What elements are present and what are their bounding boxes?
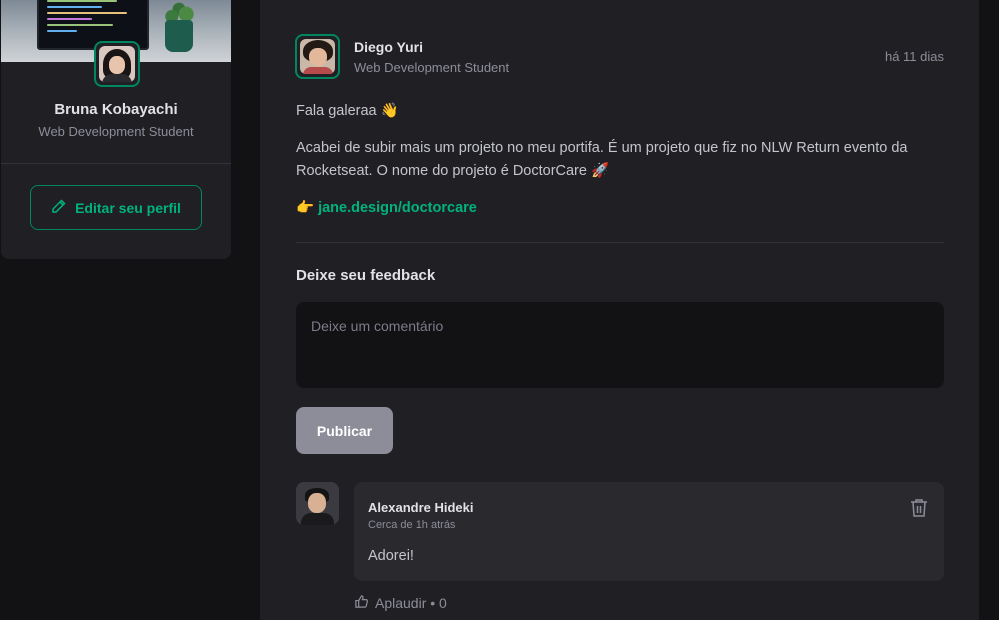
comment-time: Cerca de 1h atrás: [368, 519, 456, 531]
post-content: Fala galeraa 👋 Acabei de subir mais um p…: [296, 100, 946, 234]
profile-sidebar: Bruna Kobayachi Web Development Student …: [1, 0, 231, 259]
post-link[interactable]: jane.design/doctorcare: [318, 200, 477, 216]
post-link-line: 👉 jane.design/doctorcare: [296, 197, 946, 220]
profile-avatar[interactable]: [94, 41, 140, 87]
profile-name: Bruna Kobayachi: [54, 101, 178, 118]
post-divider: [296, 242, 944, 243]
applaud-label: Aplaudir • 0: [375, 595, 447, 611]
pointing-hand-icon: 👉: [296, 200, 315, 216]
comment-text: Adorei!: [368, 548, 414, 564]
post-paragraph: Acabei de subir mais um projeto no meu p…: [296, 140, 908, 179]
pencil-icon: [51, 198, 67, 217]
edit-profile-button[interactable]: Editar seu perfil: [30, 185, 202, 230]
applaud-button[interactable]: Aplaudir • 0: [354, 594, 447, 612]
profile-role: Web Development Student: [38, 124, 194, 139]
thumbs-up-icon: [354, 594, 369, 612]
post-time: há 11 dias: [884, 49, 944, 64]
sidebar-divider: [1, 163, 231, 164]
comment-input[interactable]: [296, 302, 944, 388]
post-author-name: Diego Yuri: [354, 39, 423, 55]
comment-author-avatar[interactable]: [296, 482, 339, 525]
comment-author-name: Alexandre Hideki: [368, 500, 474, 515]
edit-profile-label: Editar seu perfil: [75, 199, 181, 216]
feedback-title: Deixe seu feedback: [296, 267, 436, 284]
post-author-avatar[interactable]: [295, 34, 340, 79]
comment-box: Alexandre Hideki Cerca de 1h atrás Adore…: [354, 482, 944, 581]
trash-icon[interactable]: [910, 498, 928, 518]
post-paragraph: Fala galeraa 👋: [296, 103, 399, 119]
post-author-role: Web Development Student: [354, 60, 510, 75]
publish-button[interactable]: Publicar: [296, 407, 393, 454]
post-card: Diego Yuri Web Development Student há 11…: [260, 0, 979, 620]
